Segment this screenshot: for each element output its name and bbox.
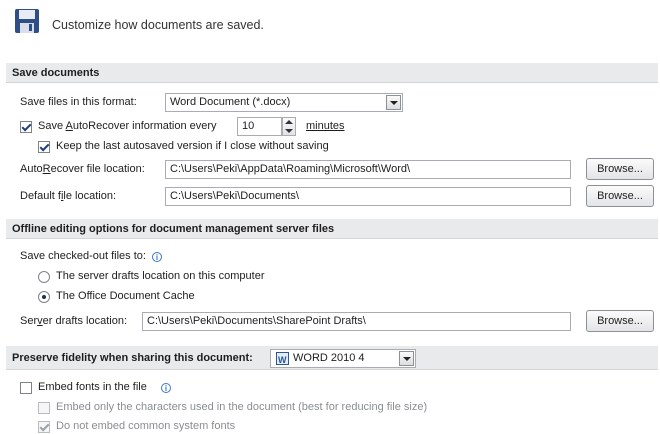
do-not-embed-system-fonts-checkbox[interactable] xyxy=(38,421,50,433)
autorecover-location-label: AutoRecover file location: xyxy=(20,163,145,175)
section-save-documents: Save documents xyxy=(6,63,658,83)
radio-server-drafts[interactable] xyxy=(38,271,50,283)
autorecover-location-input[interactable]: C:\Users\Peki\AppData\Roaming\Microsoft\… xyxy=(165,160,571,179)
page-title: Customize how documents are saved. xyxy=(52,18,264,32)
embed-only-characters-label: Embed only the characters used in the do… xyxy=(56,401,428,413)
keep-last-autosaved-label: Keep the last autosaved version if I clo… xyxy=(56,140,329,152)
info-icon[interactable]: i xyxy=(161,383,171,393)
autorecover-label: Save AutoRecover information every xyxy=(38,120,217,132)
minutes-label: minutes xyxy=(306,120,345,132)
embed-only-characters-checkbox[interactable] xyxy=(38,402,50,414)
dropdown-arrow-icon[interactable] xyxy=(386,95,401,110)
embed-fonts-label: Embed fonts in the file xyxy=(38,381,147,393)
section-offline-editing: Offline editing options for document man… xyxy=(6,219,658,239)
server-drafts-browse-button[interactable]: Browse... xyxy=(586,310,654,332)
default-location-label: Default file location: xyxy=(20,190,117,202)
autorecover-browse-button[interactable]: Browse... xyxy=(586,158,654,180)
format-select-value: Word Document (*.docx) xyxy=(170,96,291,108)
format-select[interactable]: Word Document (*.docx) xyxy=(165,93,403,112)
server-drafts-location-input[interactable]: C:\Users\Peki\Documents\SharePoint Draft… xyxy=(142,312,571,331)
embed-fonts-checkbox[interactable] xyxy=(20,382,32,394)
do-not-embed-system-fonts-label: Do not embed common system fonts xyxy=(56,420,236,432)
info-icon[interactable]: i xyxy=(152,252,162,262)
radio-server-drafts-label: The server drafts location on this compu… xyxy=(56,270,265,282)
spinner-arrows-icon[interactable] xyxy=(282,117,296,136)
fidelity-document-select[interactable]: WORD 2010 4 xyxy=(270,349,416,369)
server-drafts-location-label: Server drafts location: xyxy=(20,315,127,327)
radio-office-cache[interactable] xyxy=(38,291,50,303)
default-location-browse-button[interactable]: Browse... xyxy=(586,185,654,207)
save-checked-out-label: Save checked-out files to: xyxy=(20,250,146,262)
floppy-disk-icon xyxy=(14,8,40,34)
format-label: Save files in this format: xyxy=(20,96,137,108)
radio-office-cache-label: The Office Document Cache xyxy=(56,290,195,302)
dropdown-arrow-icon[interactable] xyxy=(399,351,414,366)
fidelity-section-title: Preserve fidelity when sharing this docu… xyxy=(12,352,253,364)
autorecover-minutes-input[interactable]: 10 xyxy=(237,117,282,136)
word-document-icon xyxy=(276,352,289,369)
default-location-input[interactable]: C:\Users\Peki\Documents\ xyxy=(165,187,571,206)
autorecover-checkbox[interactable] xyxy=(20,121,32,133)
keep-last-autosaved-checkbox[interactable] xyxy=(38,141,50,153)
